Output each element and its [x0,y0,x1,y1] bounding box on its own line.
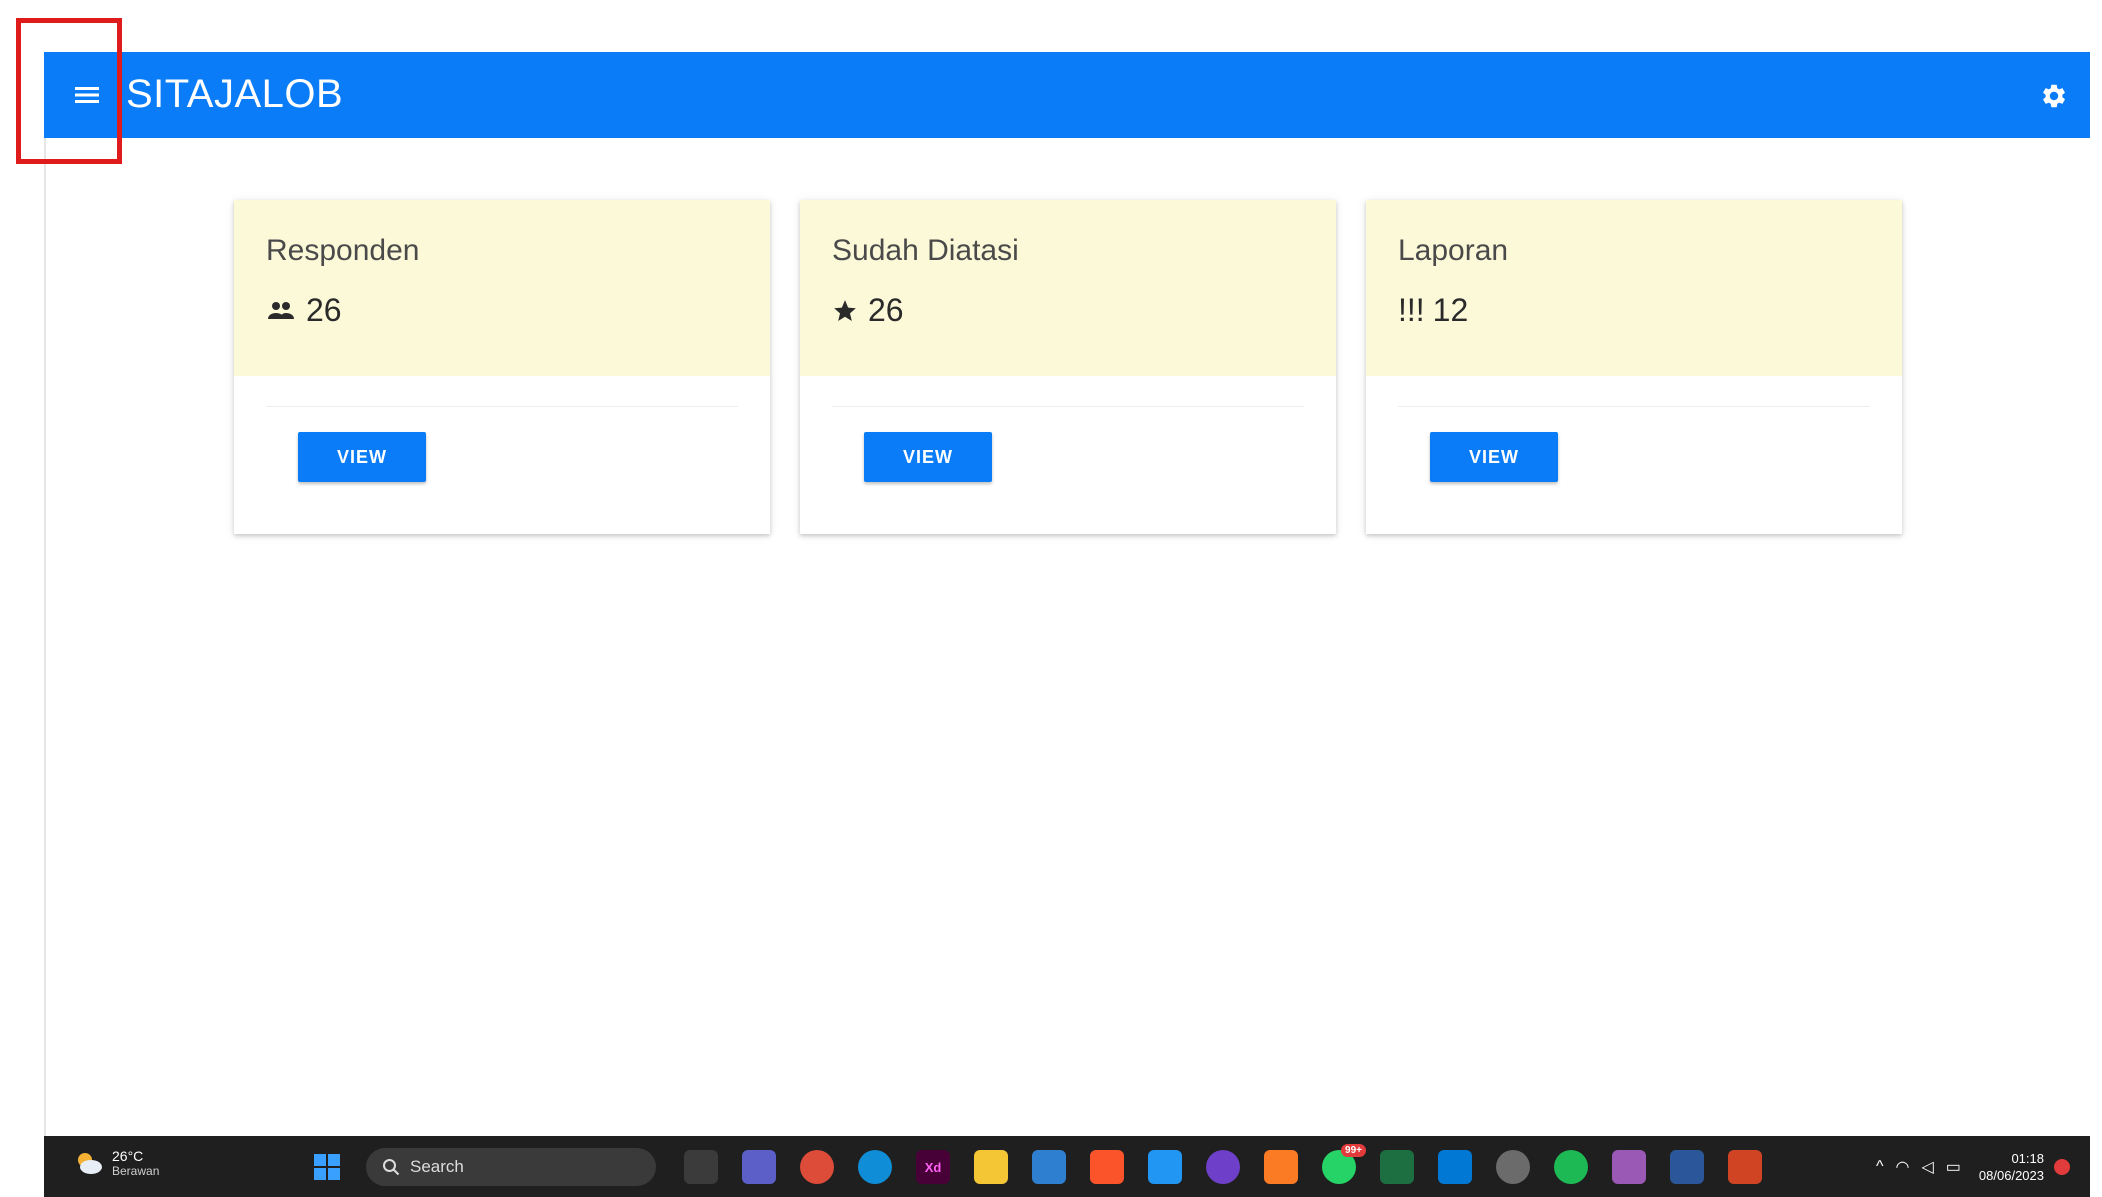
hamburger-menu-icon [75,87,99,103]
card-stat: !!! 12 [1398,292,1468,329]
search-label: Search [410,1157,464,1176]
card-divider [832,406,1304,407]
weather-widget[interactable]: 26°C Berawan [74,1148,159,1178]
card-sudah-diatasi: Sudah Diatasi 26 VIEW [800,200,1336,534]
clock-date: 08/06/2023 [1978,1168,2044,1183]
gear-icon [2043,84,2065,108]
notification-icon[interactable] [2054,1159,2070,1175]
app-title: SITAJALOB [126,72,344,116]
card-stat: 26 [266,292,342,329]
menu-button[interactable] [72,80,102,110]
clock[interactable]: 01:18 08/06/2023 [1979,1150,2044,1184]
star-icon [832,298,858,324]
whatsapp-icon[interactable]: 99+ [1322,1144,1366,1184]
screen: SITAJALOB Responden 26 VIEW Sudah Diatas… [0,0,2102,1197]
card-divider [266,406,738,407]
xampp-icon[interactable] [1264,1150,1298,1184]
vscode-icon[interactable] [1438,1150,1472,1184]
card-header [800,200,1336,376]
notes-icon[interactable] [1148,1150,1182,1184]
adobe-xd-icon[interactable]: Xd [916,1150,950,1184]
start-button[interactable] [310,1150,344,1184]
view-button-laporan[interactable]: VIEW [1430,432,1558,482]
card-laporan: Laporan !!! 12 VIEW [1366,200,1902,534]
card-responden: Responden 26 VIEW [234,200,770,534]
card-header [234,200,770,376]
weather-temperature: 26°C [112,1148,144,1164]
edge-icon[interactable] [858,1150,892,1184]
stat-cards: Responden 26 VIEW Sudah Diatasi 26 VIEW … [234,200,1904,534]
brave-icon[interactable] [1090,1150,1124,1184]
notification-badge: 99+ [1341,1144,1366,1157]
card-divider [1398,406,1870,407]
cloud-sun-icon [78,1153,102,1174]
clock-time: 01:18 [2011,1151,2044,1166]
card-title: Sudah Diatasi [832,234,1019,267]
view-button-responden[interactable]: VIEW [298,432,426,482]
card-title: Laporan [1398,234,1509,267]
battery-icon[interactable]: ▭ [1946,1157,1961,1177]
word-icon[interactable] [1670,1150,1704,1184]
windows-taskbar: 26°C Berawan Search Xd 99+ ^ ◠ ◁ ▭ 01:18… [44,1136,2090,1197]
view-button-sudah-diatasi[interactable]: VIEW [864,432,992,482]
card-header [1366,200,1902,376]
excel-icon[interactable] [1380,1150,1414,1184]
snipping-tool-icon[interactable] [1728,1150,1762,1184]
app-bar: SITAJALOB [44,52,2090,138]
system-tray: ^ ◠ ◁ ▭ 01:18 08/06/2023 [1864,1146,2070,1188]
chrome-icon[interactable] [800,1150,834,1184]
windows-logo-icon [314,1154,340,1180]
winrar-icon[interactable] [1612,1150,1646,1184]
settings-button[interactable] [2038,80,2070,112]
search-icon [382,1158,400,1176]
chevron-up-icon[interactable]: ^ [1876,1158,1884,1176]
weather-description: Berawan [112,1164,160,1178]
github-icon[interactable] [1206,1150,1240,1184]
spotify-icon[interactable] [1554,1150,1588,1184]
wifi-icon[interactable]: ◠ [1896,1157,1910,1177]
card-stat: 26 [832,292,904,329]
task-view-icon[interactable] [684,1150,718,1184]
people-icon [266,299,296,323]
card-value: 12 [1432,292,1469,328]
settings-app-icon[interactable] [1496,1150,1530,1184]
store-icon[interactable] [1032,1150,1066,1184]
card-value: 26 [306,292,342,328]
card-title: Responden [266,234,420,267]
window-left-edge [44,138,46,1136]
volume-icon[interactable]: ◁ [1921,1157,1933,1177]
file-explorer-icon[interactable] [974,1150,1008,1184]
card-value: 26 [868,292,904,328]
taskbar-search[interactable]: Search [366,1148,656,1186]
exclamation-icon: !!! [1398,292,1425,328]
chat-icon[interactable] [742,1150,776,1184]
